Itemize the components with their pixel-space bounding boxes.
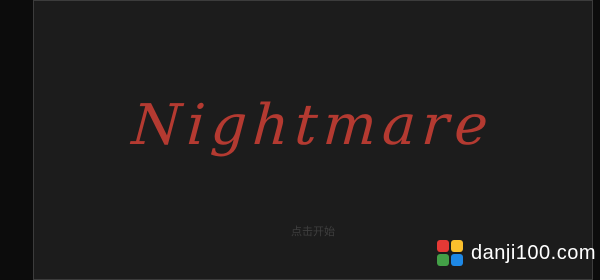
watermark-logo-icon: [435, 238, 465, 268]
watermark-text: danji100.com: [471, 241, 596, 264]
tap-to-start-label[interactable]: 点击开始: [34, 223, 592, 239]
logo-square-yellow: [451, 240, 464, 252]
logo-square-blue: [451, 254, 464, 266]
logo-square-green: [437, 254, 450, 266]
site-watermark: danji100.com: [435, 238, 596, 268]
game-screen[interactable]: Nightmare 点击开始 danji100.com: [0, 0, 600, 280]
game-title: Nightmare: [129, 93, 497, 158]
logo-square-red: [437, 240, 450, 252]
